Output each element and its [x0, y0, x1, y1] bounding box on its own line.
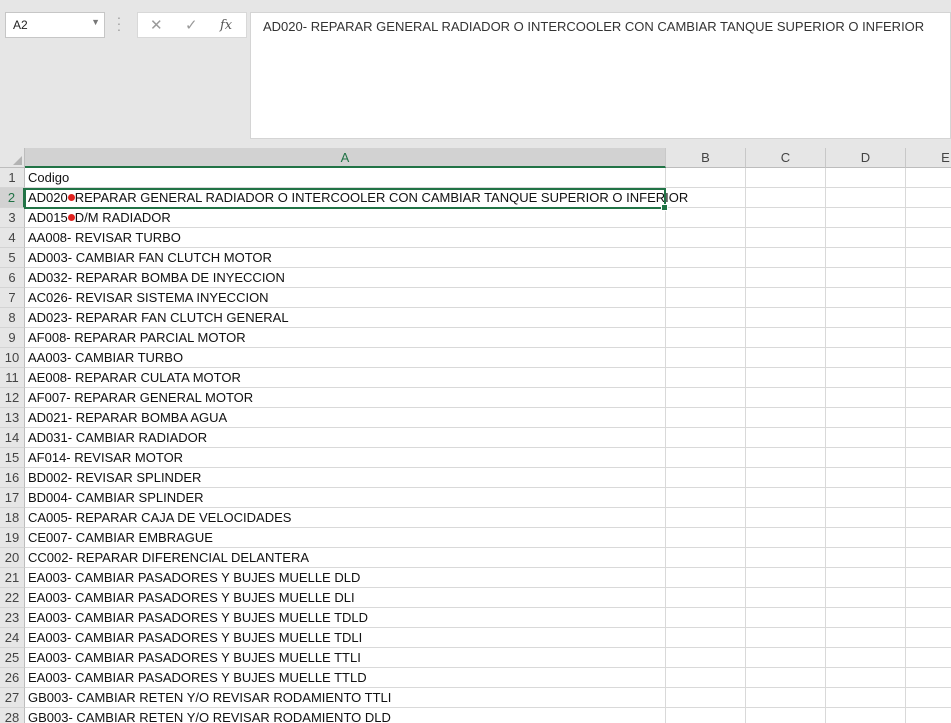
- cell-a20[interactable]: CC002- REPARAR DIFERENCIAL DELANTERA: [25, 548, 309, 568]
- cell-a4[interactable]: AA008- REVISAR TURBO: [25, 228, 181, 248]
- name-box[interactable]: A2 ▼: [5, 12, 105, 38]
- row-header-23[interactable]: 23: [0, 608, 25, 628]
- cell-a25[interactable]: EA003- CAMBIAR PASADORES Y BUJES MUELLE …: [25, 648, 361, 668]
- cell-a27[interactable]: GB003- CAMBIAR RETEN Y/O REVISAR RODAMIE…: [25, 688, 391, 708]
- checkmark-icon[interactable]: ✓: [185, 16, 198, 34]
- cancel-icon[interactable]: ✕: [150, 16, 163, 34]
- cell-a7[interactable]: AC026- REVISAR SISTEMA INYECCION: [25, 288, 269, 308]
- row-header-15[interactable]: 15: [0, 448, 25, 468]
- row-header-5[interactable]: 5: [0, 248, 25, 268]
- cell-a18[interactable]: CA005- REPARAR CAJA DE VELOCIDADES: [25, 508, 291, 528]
- row-header-8[interactable]: 8: [0, 308, 25, 328]
- red-marker-icon: [67, 194, 75, 202]
- cell-a26[interactable]: EA003- CAMBIAR PASADORES Y BUJES MUELLE …: [25, 668, 367, 688]
- cell-a10[interactable]: AA003- CAMBIAR TURBO: [25, 348, 183, 368]
- row-header-21[interactable]: 21: [0, 568, 25, 588]
- cell-description: D/M RADIADOR: [74, 210, 171, 225]
- column-gridline: [745, 168, 746, 723]
- row-header-2[interactable]: 2: [0, 188, 25, 208]
- column-header-c[interactable]: C: [746, 148, 826, 168]
- row-header-20[interactable]: 20: [0, 548, 25, 568]
- cell-a1[interactable]: Codigo: [25, 168, 69, 188]
- cell-a8[interactable]: AD023- REPARAR FAN CLUTCH GENERAL: [25, 308, 289, 328]
- cell-description: REPARAR GENERAL RADIADOR O INTERCOOLER C…: [74, 190, 689, 205]
- resize-handle-icon[interactable]: · · ·: [116, 10, 122, 36]
- row-header-18[interactable]: 18: [0, 508, 25, 528]
- column-header-a[interactable]: A: [25, 148, 666, 168]
- row-header-6[interactable]: 6: [0, 268, 25, 288]
- row-header-12[interactable]: 12: [0, 388, 25, 408]
- column-header-b[interactable]: B: [666, 148, 746, 168]
- row-header-17[interactable]: 17: [0, 488, 25, 508]
- row-header-10[interactable]: 10: [0, 348, 25, 368]
- cell-a28[interactable]: GB003- CAMBIAR RETEN Y/O REVISAR RODAMIE…: [25, 708, 391, 723]
- cell-a6[interactable]: AD032- REPARAR BOMBA DE INYECCION: [25, 268, 285, 288]
- column-gridline: [905, 168, 906, 723]
- spreadsheet-grid[interactable]: A B C D E 1 Codigo 2 AD020 REPARAR GENERAL RADIAD…: [0, 148, 951, 723]
- row-header-13[interactable]: 13: [0, 408, 25, 428]
- select-all-triangle-icon: [13, 156, 22, 165]
- cell-a11[interactable]: AE008- REPARAR CULATA MOTOR: [25, 368, 241, 388]
- row-header-1[interactable]: 1: [0, 168, 25, 188]
- row-header-28[interactable]: 28: [0, 708, 25, 723]
- chevron-down-icon[interactable]: ▼: [91, 17, 100, 27]
- cell-a21[interactable]: EA003- CAMBIAR PASADORES Y BUJES MUELLE …: [25, 568, 360, 588]
- insert-function-icon[interactable]: fx: [220, 18, 232, 33]
- row-header-25[interactable]: 25: [0, 648, 25, 668]
- row-header-3[interactable]: 3: [0, 208, 25, 228]
- row-header-16[interactable]: 16: [0, 468, 25, 488]
- select-all-button[interactable]: [0, 148, 25, 168]
- row-header-26[interactable]: 26: [0, 668, 25, 688]
- cell-a14[interactable]: AD031- CAMBIAR RADIADOR: [25, 428, 207, 448]
- cell-a12[interactable]: AF007- REPARAR GENERAL MOTOR: [25, 388, 253, 408]
- cell-a19[interactable]: CE007- CAMBIAR EMBRAGUE: [25, 528, 213, 548]
- red-marker-icon: [67, 214, 75, 222]
- cell-a13[interactable]: AD021- REPARAR BOMBA AGUA: [25, 408, 227, 428]
- column-gridline: [825, 168, 826, 723]
- formula-bar-area: A2 ▼ · · · ✕ ✓ fx AD020- REPARAR GENERAL R…: [0, 0, 951, 148]
- cell-a23[interactable]: EA003- CAMBIAR PASADORES Y BUJES MUELLE …: [25, 608, 368, 628]
- row-header-14[interactable]: 14: [0, 428, 25, 448]
- cell-code: AD015: [28, 210, 68, 225]
- name-box-value: A2: [13, 18, 28, 32]
- row-header-11[interactable]: 11: [0, 368, 25, 388]
- formula-input[interactable]: AD020- REPARAR GENERAL RADIADOR O INTERC…: [250, 12, 951, 139]
- row-header-9[interactable]: 9: [0, 328, 25, 348]
- row-header-19[interactable]: 19: [0, 528, 25, 548]
- formula-buttons: ✕ ✓ fx: [137, 12, 247, 38]
- row-header-7[interactable]: 7: [0, 288, 25, 308]
- row-header-27[interactable]: 27: [0, 688, 25, 708]
- cell-a2[interactable]: AD020 REPARAR GENERAL RADIADOR O INTERCOO…: [25, 188, 688, 208]
- row-header-4[interactable]: 4: [0, 228, 25, 248]
- column-header-d[interactable]: D: [826, 148, 906, 168]
- cell-a5[interactable]: AD003- CAMBIAR FAN CLUTCH MOTOR: [25, 248, 272, 268]
- cell-a3[interactable]: AD015 D/M RADIADOR: [25, 208, 171, 228]
- cell-a16[interactable]: BD002- REVISAR SPLINDER: [25, 468, 201, 488]
- row-header-24[interactable]: 24: [0, 628, 25, 648]
- cell-a22[interactable]: EA003- CAMBIAR PASADORES Y BUJES MUELLE …: [25, 588, 355, 608]
- cell-code: AD020: [28, 190, 68, 205]
- cell-a15[interactable]: AF014- REVISAR MOTOR: [25, 448, 183, 468]
- cell-a17[interactable]: BD004- CAMBIAR SPLINDER: [25, 488, 204, 508]
- row-header-22[interactable]: 22: [0, 588, 25, 608]
- cell-a9[interactable]: AF008- REPARAR PARCIAL MOTOR: [25, 328, 246, 348]
- cell-a24[interactable]: EA003- CAMBIAR PASADORES Y BUJES MUELLE …: [25, 628, 362, 648]
- column-gridline: [665, 168, 666, 723]
- column-header-e[interactable]: E: [906, 148, 951, 168]
